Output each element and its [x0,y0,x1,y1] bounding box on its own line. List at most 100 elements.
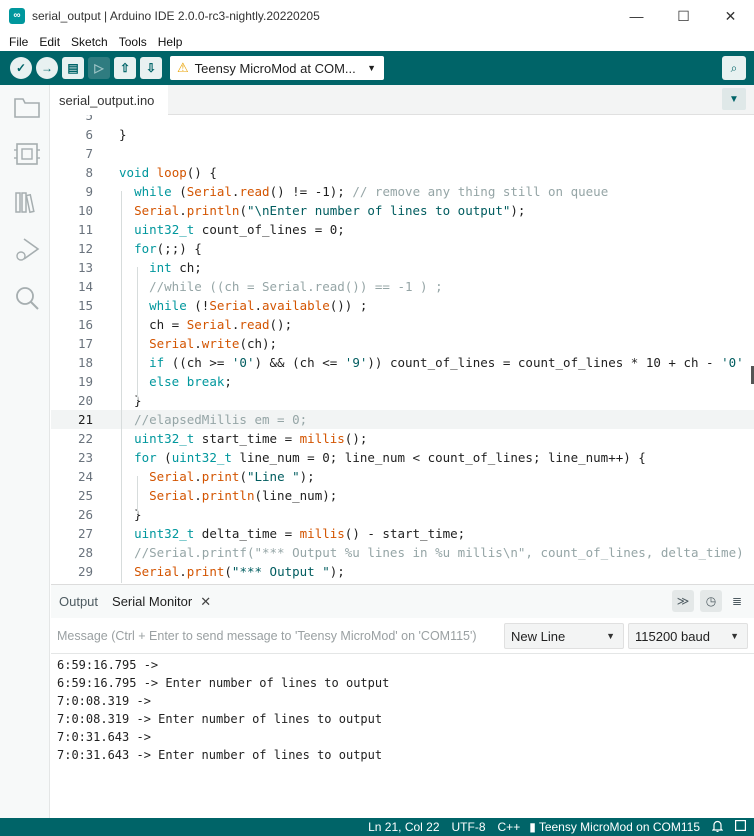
minimize-button[interactable]: — [613,0,660,32]
code-line[interactable]: 26 } [51,505,754,524]
code-line[interactable]: 12 for(;;) { [51,239,754,258]
menu-help[interactable]: Help [158,35,183,49]
new-sketch-button[interactable]: ▤ [62,57,84,79]
line-number: 25 [77,488,93,503]
menu-bar: File Edit Sketch Tools Help [0,32,754,51]
code-line[interactable]: 21 //elapsedMillis em = 0; [51,410,754,429]
code-line[interactable]: 18 if ((ch >= '0') && (ch <= '9')) count… [51,353,754,372]
toolbar: ✓ → ▤ ▷ ⇧ ⇩ ⚠ Teensy MicroMod at COM... … [0,51,754,85]
chevron-down-icon: ▼ [730,631,739,641]
code-line[interactable]: 16 ch = Serial.read(); [51,315,754,334]
verify-button[interactable]: ✓ [10,57,32,79]
code-line[interactable]: 15 while (!Serial.available()) ; [51,296,754,315]
code-text: Serial.write(ch); [149,336,278,351]
board-manager-icon[interactable] [14,141,40,167]
code-text: for(;;) { [134,241,202,256]
menu-file[interactable]: File [9,35,28,49]
layout-toggle-icon[interactable] [735,820,747,834]
clear-output-button[interactable]: ≣ [726,590,748,612]
code-line[interactable]: 10 Serial.println("\nEnter number of lin… [51,201,754,220]
menu-sketch[interactable]: Sketch [71,35,108,49]
output-line: 7:0:08.319 -> Enter number of lines to o… [57,712,383,726]
code-line[interactable]: 29 Serial.print("*** Output "); [51,562,754,581]
code-line[interactable]: 11 uint32_t count_of_lines = 0; [51,220,754,239]
tab-output[interactable]: Output [59,594,98,609]
code-line[interactable]: 6} [51,125,754,144]
serial-message-row: New Line ▼ 115200 baud ▼ [51,618,754,654]
code-text: //while ((ch = Serial.read()) == -1 ) ; [149,279,443,294]
indent-guide [137,476,138,514]
code-text: for (uint32_t line_num = 0; line_num < c… [134,450,646,465]
line-number: 28 [77,545,93,560]
tab-label: serial_output.ino [59,92,155,108]
status-board[interactable]: ▮ Teensy MicroMod on COM115 [529,820,700,834]
serial-message-input[interactable] [57,623,501,649]
upload-button[interactable]: → [36,57,58,79]
code-line[interactable]: 24 Serial.print("Line "); [51,467,754,486]
code-text: void loop() { [119,165,217,180]
code-editor[interactable]: 29 Serial.print("*** Output "); 28 //Seri… [51,115,754,584]
code-line[interactable]: 28 //Serial.printf("*** Output %u lines … [51,543,754,562]
language-mode[interactable]: C++ [498,820,521,834]
folder-icon[interactable] [14,95,40,121]
code-line[interactable]: 20 } [51,391,754,410]
code-line[interactable]: 17 Serial.write(ch); [51,334,754,353]
code-line[interactable]: 7 [51,144,754,163]
magnifier-icon: ⌕ [730,60,738,75]
code-text: Serial.println(line_num); [149,488,338,503]
code-line[interactable]: 23 for (uint32_t line_num = 0; line_num … [51,448,754,467]
status-board-label: Teensy MicroMod on COM115 [538,820,700,834]
menu-tools[interactable]: Tools [119,35,147,49]
code-line[interactable]: 19 else break; [51,372,754,391]
tab-serial-output-ino[interactable]: serial_output.ino [51,85,169,115]
maximize-button[interactable]: ☐ [660,0,707,32]
line-number: 9 [85,184,93,199]
code-line[interactable]: 5 [51,115,754,125]
line-number: 20 [77,393,93,408]
notifications-icon[interactable] [711,820,724,835]
debug-play-icon: ▷ [94,61,104,75]
serial-monitor-button[interactable]: ⌕ [722,56,746,80]
timestamp-button[interactable]: ◷ [700,590,722,612]
library-icon[interactable] [14,189,40,215]
tab-menu-button[interactable]: ▼ [722,88,746,110]
file-encoding[interactable]: UTF-8 [452,820,486,834]
code-line[interactable]: 14 //while ((ch = Serial.read()) == -1 )… [51,277,754,296]
tab-serial-monitor[interactable]: Serial Monitor ✕ [112,594,211,610]
code-line[interactable]: 9 while (Serial.read() != -1); // remove… [51,182,754,201]
indent-guide [137,267,138,400]
debug-button[interactable]: ▷ [88,57,110,79]
code-text: uint32_t start_time = millis(); [134,431,368,446]
save-button[interactable]: ⇩ [140,57,162,79]
close-button[interactable]: ✕ [707,0,754,32]
close-icon[interactable]: ✕ [200,594,211,610]
clock-icon: ◷ [705,594,717,608]
line-number: 27 [77,526,93,541]
code-text: uint32_t delta_time = millis() - start_t… [134,526,466,541]
code-line[interactable]: 22 uint32_t start_time = millis(); [51,429,754,448]
autoscroll-button[interactable]: ≫ [672,590,694,612]
file-icon: ▤ [67,61,79,75]
line-number: 5 [85,115,93,123]
line-number: 22 [77,431,93,446]
baud-rate-select[interactable]: 115200 baud ▼ [628,623,748,649]
code-line[interactable]: 27 uint32_t delta_time = millis() - star… [51,524,754,543]
code-text: //elapsedMillis em = 0; [134,412,308,427]
code-text: while (Serial.read() != -1); // remove a… [134,184,609,199]
line-number: 18 [77,355,93,370]
line-number: 14 [77,279,93,294]
serial-monitor-output[interactable]: 6:59:16.795 -> 6:59:16.795 -> Enter numb… [51,655,754,817]
chevrons-down-icon: ≫ [676,594,690,608]
code-line[interactable]: 13 int ch; [51,258,754,277]
cursor-position[interactable]: Ln 21, Col 22 [368,820,439,834]
code-line[interactable]: 8 void loop() { [51,163,754,182]
line-ending-select[interactable]: New Line ▼ [504,623,624,649]
menu-edit[interactable]: Edit [39,35,60,49]
window-title: serial_output | Arduino IDE 2.0.0-rc3-ni… [32,9,320,23]
debug-icon[interactable] [14,237,40,263]
open-button[interactable]: ⇧ [114,57,136,79]
board-selector[interactable]: ⚠ Teensy MicroMod at COM... ▼ [170,56,384,80]
search-icon[interactable] [14,285,40,311]
line-number: 7 [85,146,93,161]
code-line[interactable]: 25 Serial.println(line_num); [51,486,754,505]
